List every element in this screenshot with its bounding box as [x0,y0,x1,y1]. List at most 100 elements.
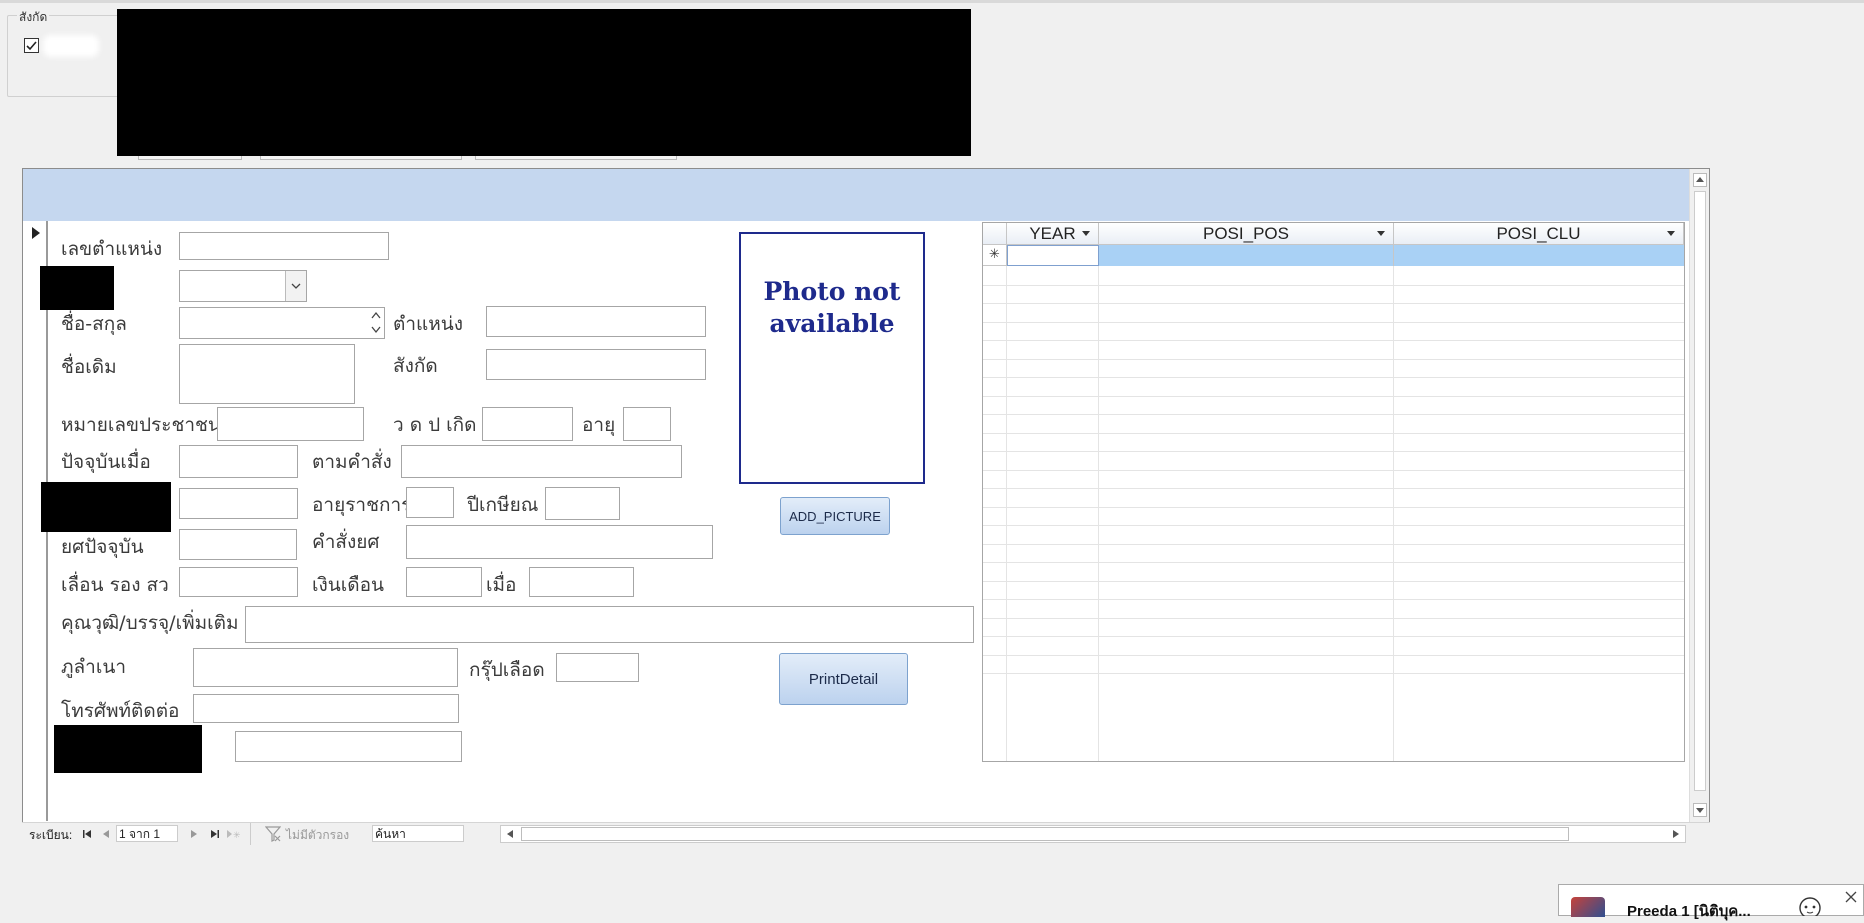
grid-row-line [983,303,1684,304]
record-position-box[interactable]: 1 จาก 1 [116,825,178,842]
new-record-nav-icon[interactable]: ✳ [226,829,240,839]
grid-row-line [983,488,1684,489]
vertical-scrollbar[interactable] [1689,169,1709,822]
grid-new-row-posi-pos-cell[interactable] [1099,245,1394,266]
last-record-icon[interactable] [210,829,220,839]
grid-row-line [983,673,1684,674]
current-rank-input[interactable] [179,529,297,560]
scroll-up-icon[interactable] [1693,173,1707,187]
filter-status[interactable]: ไม่มีตัวกรอง [286,827,349,843]
datasheet-grid: YEAR POSI_POS POSI_CLU ✳ [982,222,1685,762]
sort-arrow-icon[interactable] [1667,231,1675,236]
by-order-input[interactable] [401,445,682,478]
grid-new-row-selector[interactable]: ✳ [983,245,1007,266]
checkmark-icon [26,41,37,51]
grid-row-line [983,599,1684,600]
redacted-field-input-2[interactable] [235,731,462,762]
label-current-rank: ยศปัจจุบัน [61,536,144,558]
redacted-label-1 [40,266,114,310]
label-hometown: ภูลำเนา [61,656,126,678]
service-age-input[interactable] [406,487,454,518]
label-rank-order: คำสั่งยศ [312,531,380,553]
scroll-track[interactable] [1694,191,1706,791]
horizontal-scrollbar[interactable] [500,825,1686,843]
age-input[interactable] [623,407,671,441]
print-detail-button[interactable]: PrintDetail [779,653,908,705]
grid-row-line [983,284,1684,286]
previous-record-icon[interactable] [102,829,110,839]
form-header-band [23,169,1689,221]
fullname-input[interactable] [179,307,385,339]
grid-new-row-posi-clu-cell[interactable] [1394,245,1684,266]
top-bar [0,0,1864,3]
promotion-input[interactable] [179,567,298,597]
grid-row-line [983,654,1684,656]
grid-new-row-year-cell[interactable] [1007,245,1099,266]
label-position-no: เลขตำแหน่ง [61,238,163,260]
birth-date-input[interactable] [482,407,573,441]
grid-header-year[interactable]: YEAR [1007,223,1099,245]
combo-select[interactable] [179,270,307,302]
first-record-icon[interactable] [82,829,92,839]
label-service-age: อายุราชการ [312,494,412,516]
label-retire-year: ปีเกษียณ [467,494,539,516]
sort-arrow-icon[interactable] [1377,231,1385,236]
grid-header-posi-clu-label: POSI_CLU [1496,224,1581,243]
grid-row-line [983,506,1684,508]
hometown-input[interactable] [193,648,458,687]
grid-header-posi-pos-label: POSI_POS [1203,224,1289,243]
position-input[interactable] [486,306,706,337]
grid-header-posi-pos[interactable]: POSI_POS [1099,223,1394,245]
salary-input[interactable] [406,567,482,597]
close-icon[interactable] [1845,891,1857,903]
former-name-input[interactable] [179,344,355,404]
phone-input[interactable] [193,694,459,723]
affiliation-checkbox[interactable] [24,38,39,53]
filter-icon[interactable] [265,826,281,842]
blood-group-input[interactable] [556,653,639,682]
taskbar-preview[interactable]: Preeda 1 [นิติบุค... [1558,884,1864,920]
new-row-icon: ✳ [989,247,1000,262]
record-navigation-bar: ระเบียน: 1 จาก 1 ✳ ไม่มีตัวกรอง ค้นหา [22,822,1710,845]
combo-dropdown-button[interactable] [285,271,306,301]
label-phone: โทรศัพท์ติดต่อ [61,700,180,722]
label-salary: เงินเดือน [312,574,384,596]
scroll-right-icon[interactable] [1672,829,1680,839]
grid-row-line [983,617,1684,619]
record-label: ระเบียน: [29,828,73,842]
grid-row-line [983,321,1684,323]
search-box[interactable]: ค้นหา [372,825,464,842]
spinner-icon [371,311,381,334]
label-by-order: ตามคำสั่ง [312,451,392,473]
redacted-field-input[interactable] [179,488,298,519]
retire-year-input[interactable] [545,487,620,520]
qualification-input[interactable] [245,606,974,643]
citizen-id-input[interactable] [217,407,364,441]
next-record-icon[interactable] [190,829,198,839]
label-position: ตำแหน่ง [393,313,464,335]
redacted-label-3 [54,725,202,773]
rank-order-input[interactable] [406,525,713,559]
grid-corner[interactable] [983,223,1007,245]
grid-header-posi-clu[interactable]: POSI_CLU [1394,223,1684,245]
fullname-spinner[interactable] [368,308,384,338]
add-picture-button[interactable]: ADD_PICTURE [780,497,890,535]
current-since-input[interactable] [179,445,298,478]
position-no-input[interactable] [179,232,389,260]
scroll-left-icon[interactable] [506,829,514,839]
label-birth-date: ว ด ป เกิด [393,414,477,436]
photo-placeholder-line-2: available [769,309,895,338]
grid-row-line [983,432,1684,434]
sort-arrow-icon[interactable] [1082,231,1090,236]
grid-row-line [983,580,1684,582]
label-former-name: ชื่อเดิม [61,356,117,378]
affiliation-group-label: สังกัด [17,8,50,27]
scroll-down-icon[interactable] [1693,803,1707,817]
redacted-label-2 [41,482,171,532]
horizontal-scroll-thumb[interactable] [521,827,1569,841]
salary-date-input[interactable] [529,567,634,597]
svg-text:✳: ✳ [233,831,240,839]
grid-row-line [983,469,1684,471]
affiliation-input[interactable] [486,349,706,380]
label-affiliation: สังกัด [393,355,438,377]
